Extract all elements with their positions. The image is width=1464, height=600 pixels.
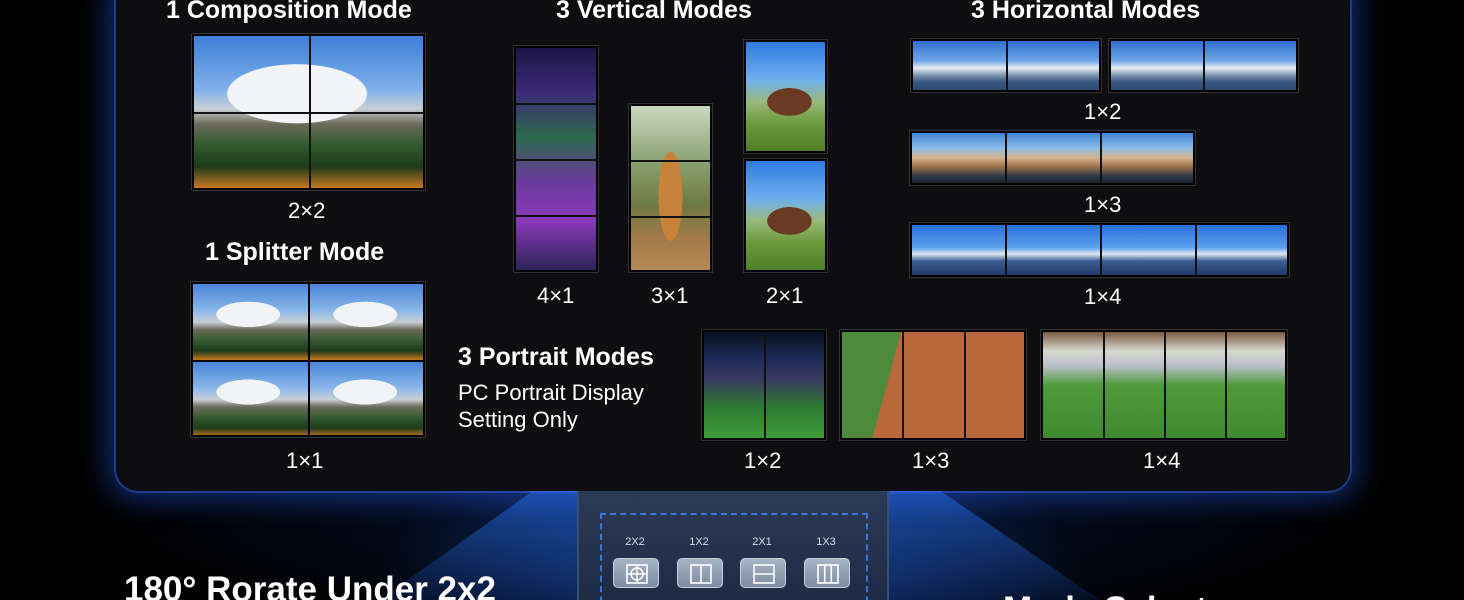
- portrait-subtitle-line1: PC Portrait Display: [458, 380, 644, 405]
- button-label-2x1: 2X1: [752, 536, 772, 548]
- mode-button-2x2[interactable]: [613, 558, 659, 588]
- composition-title: 1 Composition Mode: [166, 0, 412, 24]
- device-button-panel: 2X2 1X2 2X1 1X3: [600, 513, 868, 600]
- grid-2x2-circle-icon: [626, 564, 648, 584]
- vertical-label-2x1: 2×1: [766, 283, 804, 308]
- vertical-image-4x1: [513, 45, 599, 273]
- rotate-heading: 180° Rorate Under 2x2: [124, 570, 496, 600]
- button-label-2x2: 2X2: [625, 536, 645, 548]
- mode-select-device: 2X2 1X2 2X1 1X3: [577, 491, 889, 600]
- split-three-icon: [817, 564, 839, 584]
- horizontal-label-1x3: 1×3: [1084, 192, 1122, 217]
- button-label-1x3: 1X3: [816, 536, 836, 548]
- splitter-title: 1 Splitter Mode: [205, 238, 385, 266]
- vertical-image-2x1-top: [743, 39, 828, 154]
- portrait-image-1x4: [1040, 329, 1288, 441]
- vertical-image-3x1: [628, 103, 713, 273]
- mode-button-1x3[interactable]: [804, 558, 850, 588]
- vertical-image-2x1-bottom: [743, 158, 828, 273]
- mode-button-2x1[interactable]: [740, 558, 786, 588]
- vertical-label-4x1: 4×1: [537, 283, 575, 308]
- portrait-subtitle-line2: Setting Only: [458, 407, 578, 432]
- horizontal-image-1x4: [909, 222, 1290, 278]
- composition-image-2x2: [191, 33, 426, 191]
- portrait-image-1x3: [839, 329, 1027, 441]
- button-label-1x2: 1X2: [689, 536, 709, 548]
- splitter-label: 1×1: [286, 448, 324, 473]
- composition-label: 2×2: [288, 198, 326, 223]
- horizontal-image-1x2-a: [910, 38, 1102, 93]
- split-horizontal-icon: [753, 564, 775, 584]
- horizontal-label-1x4: 1×4: [1084, 284, 1122, 309]
- split-vertical-icon: [690, 564, 712, 584]
- horizontal-image-1x2-b: [1108, 38, 1299, 93]
- horizontal-label-1x2: 1×2: [1084, 99, 1122, 124]
- splitter-image-1x1: [190, 281, 426, 438]
- portrait-label-1x2: 1×2: [744, 448, 782, 473]
- vertical-label-3x1: 3×1: [651, 283, 689, 308]
- mode-button-1x2[interactable]: [677, 558, 723, 588]
- portrait-title: 3 Portrait Modes: [458, 343, 654, 371]
- horizontal-image-1x3: [909, 130, 1196, 186]
- vertical-title: 3 Vertical Modes: [556, 0, 752, 24]
- mode-select-heading: Mode Select: [1003, 590, 1207, 600]
- horizontal-title: 3 Horizontal Modes: [971, 0, 1201, 24]
- portrait-label-1x3: 1×3: [912, 448, 950, 473]
- portrait-label-1x4: 1×4: [1143, 448, 1181, 473]
- portrait-image-1x2: [701, 329, 827, 441]
